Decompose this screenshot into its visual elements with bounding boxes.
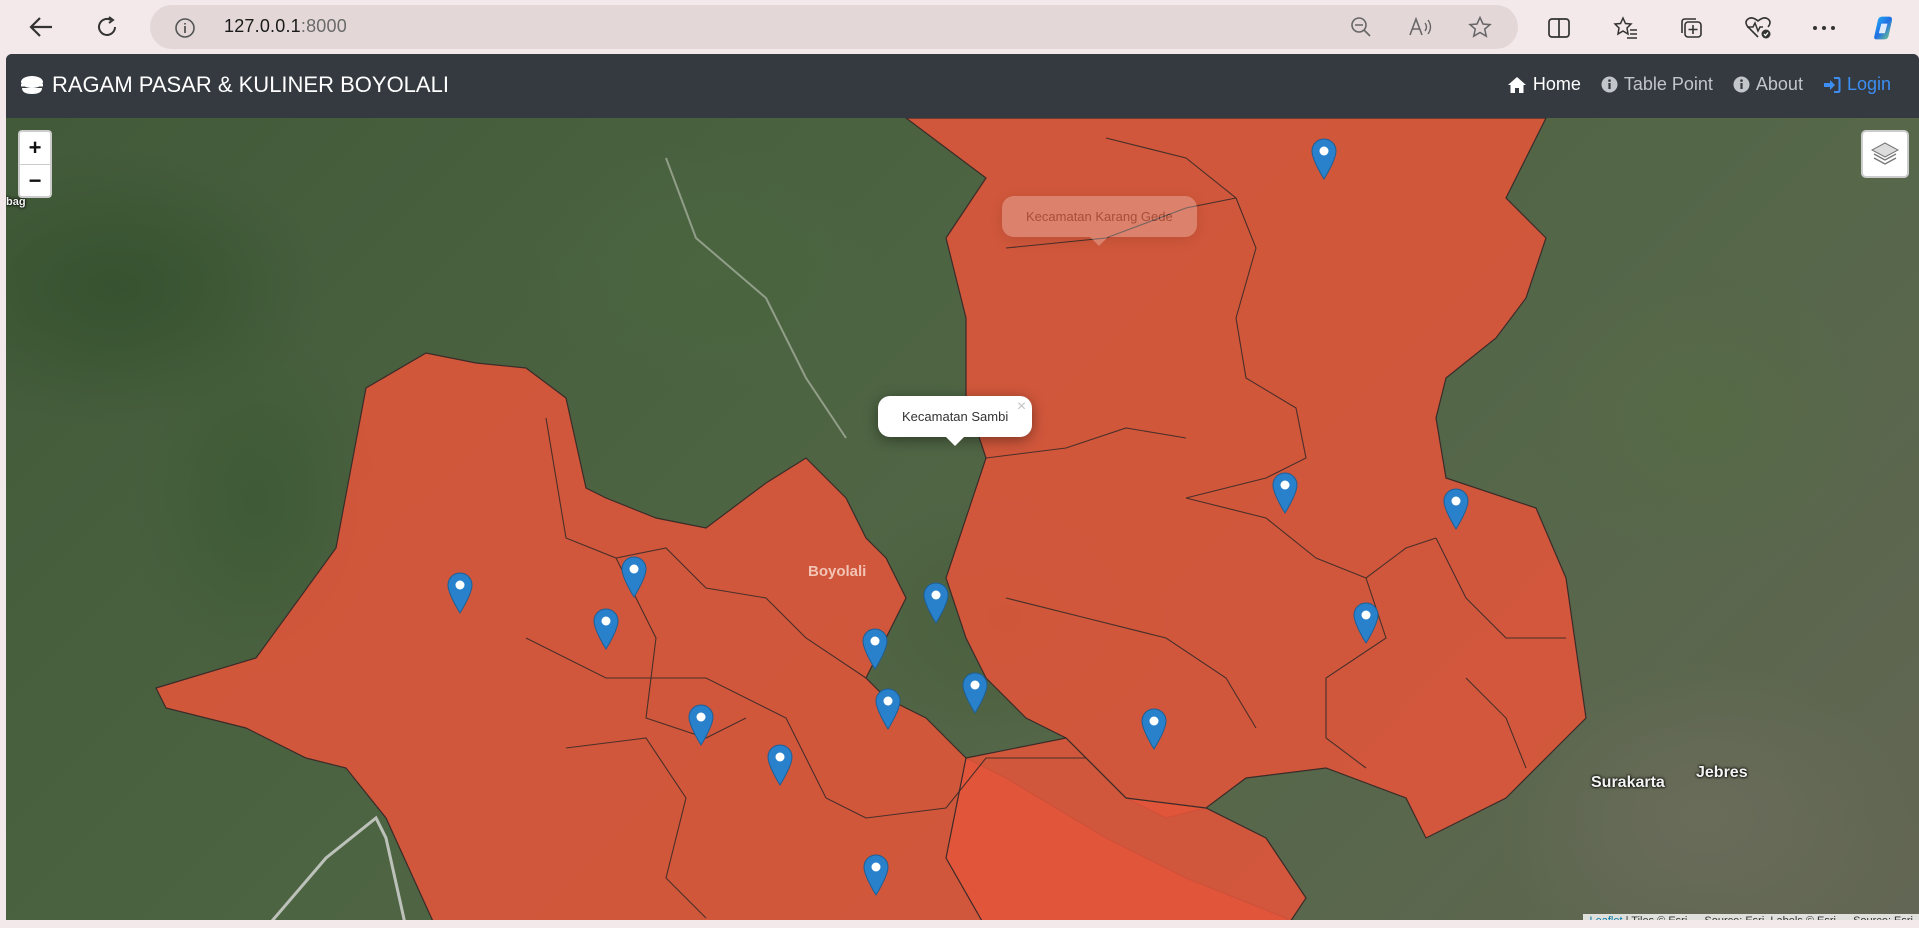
heart-pulse-icon xyxy=(1745,17,1771,39)
collections-button[interactable] xyxy=(1678,14,1706,42)
nav-login[interactable]: Login xyxy=(1823,74,1891,95)
copilot-button[interactable] xyxy=(1870,14,1898,42)
market-marker[interactable] xyxy=(447,572,473,614)
layers-icon xyxy=(1870,142,1900,165)
popup-karang-gede: Kecamatan Karang Gede xyxy=(1002,196,1197,246)
top-navbar: RAGAM PASAR & KULINER BOYOLALI Home Tabl… xyxy=(6,54,1919,118)
district-polygons[interactable] xyxy=(6,118,1919,928)
back-arrow-icon xyxy=(29,17,52,37)
favorites-button[interactable] xyxy=(1612,14,1640,42)
collections-icon xyxy=(1681,18,1702,38)
nav-home[interactable]: Home xyxy=(1507,74,1581,95)
favorite-star-icon[interactable] xyxy=(1468,16,1492,38)
food-bowl-icon xyxy=(21,76,43,94)
map-label-jebres: Jebres xyxy=(1696,764,1748,781)
app-window: RAGAM PASAR & KULINER BOYOLALI Home Tabl… xyxy=(6,54,1919,928)
info-circle-icon xyxy=(1601,76,1618,93)
market-marker[interactable] xyxy=(593,608,619,650)
market-marker[interactable] xyxy=(767,744,793,786)
popup-text: Kecamatan Sambi xyxy=(902,409,1009,424)
zoom-out-icon[interactable] xyxy=(1350,16,1372,38)
browser-essentials-button[interactable] xyxy=(1744,14,1772,42)
split-screen-button[interactable] xyxy=(1545,14,1573,42)
popup-tip xyxy=(945,436,966,446)
brand[interactable]: RAGAM PASAR & KULINER BOYOLALI xyxy=(20,72,449,98)
market-marker[interactable] xyxy=(962,672,988,714)
zoom-in-button[interactable]: + xyxy=(20,132,50,164)
info-circle-icon xyxy=(1733,76,1750,93)
address-bar[interactable]: 127.0.0.1:8000 xyxy=(150,5,1518,49)
map-view[interactable]: bag Boyolali Surakarta Jebres Kecamatan … xyxy=(6,118,1919,928)
browser-toolbar: 127.0.0.1:8000 xyxy=(0,0,1919,54)
road-line xyxy=(264,815,408,928)
popup-close-button[interactable]: × xyxy=(1017,398,1026,416)
more-dots-icon xyxy=(1813,26,1835,30)
nav-about-label: About xyxy=(1755,74,1803,94)
sign-in-icon xyxy=(1823,76,1841,93)
map-label-boyolali: Boyolali xyxy=(808,563,867,580)
nav-table-point[interactable]: Table Point xyxy=(1601,74,1713,95)
more-menu-button[interactable] xyxy=(1810,14,1838,42)
popup-sambi: × Kecamatan Sambi xyxy=(878,396,1033,446)
map-label-surakarta: Surakarta xyxy=(1591,774,1665,791)
home-icon xyxy=(1507,76,1526,93)
zoom-control: + − xyxy=(18,130,52,198)
market-marker[interactable] xyxy=(863,854,889,896)
market-marker[interactable] xyxy=(875,688,901,730)
read-aloud-icon[interactable] xyxy=(1408,16,1434,38)
reload-icon xyxy=(98,16,116,36)
split-screen-icon xyxy=(1548,18,1570,38)
nav-links: Home Table Point About Login xyxy=(1507,74,1891,95)
market-marker[interactable] xyxy=(1353,602,1379,644)
brand-title: RAGAM PASAR & KULINER BOYOLALI xyxy=(52,72,449,97)
market-marker[interactable] xyxy=(688,704,714,746)
nav-login-label: Login xyxy=(1846,74,1891,94)
market-marker[interactable] xyxy=(923,582,949,624)
url-text: 127.0.0.1:8000 xyxy=(224,16,347,36)
nav-about[interactable]: About xyxy=(1733,74,1803,95)
popup-text: Kecamatan Karang Gede xyxy=(1026,209,1173,224)
market-marker[interactable] xyxy=(1443,488,1469,530)
market-marker[interactable] xyxy=(862,628,888,670)
favorites-list-icon xyxy=(1613,16,1637,39)
market-marker[interactable] xyxy=(1272,472,1298,514)
reload-button[interactable] xyxy=(90,10,124,44)
highway-line xyxy=(665,157,847,439)
page-bottom-strip xyxy=(0,920,1919,928)
layers-control-button[interactable] xyxy=(1861,130,1909,178)
zoom-out-button[interactable]: − xyxy=(20,164,50,196)
market-marker[interactable] xyxy=(1141,708,1167,750)
popup-tip xyxy=(1089,236,1110,246)
market-marker[interactable] xyxy=(621,556,647,598)
copilot-icon xyxy=(1874,16,1893,40)
back-button[interactable] xyxy=(24,10,58,44)
nav-table-point-label: Table Point xyxy=(1623,74,1713,94)
site-info-icon[interactable] xyxy=(174,17,196,39)
market-marker[interactable] xyxy=(1311,138,1337,180)
nav-home-label: Home xyxy=(1532,74,1581,94)
